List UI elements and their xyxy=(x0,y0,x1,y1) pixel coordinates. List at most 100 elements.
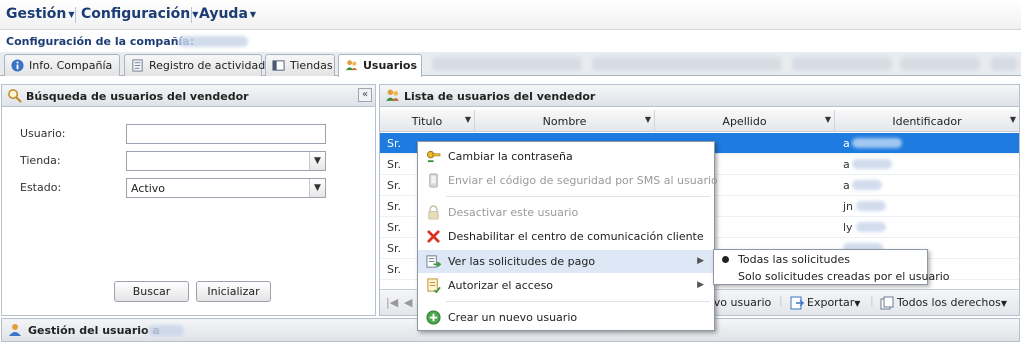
menu-gestion-label: Gestión xyxy=(6,6,67,22)
redacted-value xyxy=(856,222,886,232)
tab-label: Usuarios xyxy=(363,59,418,72)
menu-ayuda[interactable]: Ayuda ▼ xyxy=(199,6,256,22)
column-label: Nombre xyxy=(542,115,587,128)
export-button[interactable]: Exportar▼ xyxy=(807,296,860,309)
all-rights-button[interactable]: Todos los derechos▼ xyxy=(897,296,1007,309)
cell-title: Sr. xyxy=(387,158,401,171)
prev-page-icon[interactable]: ◀ xyxy=(404,296,412,309)
export-icon[interactable] xyxy=(790,296,804,310)
chevron-down-icon: ▼ xyxy=(1000,299,1007,308)
phone-icon xyxy=(429,173,438,188)
cell-title: Sr. xyxy=(387,200,401,213)
payment-icon xyxy=(426,255,441,268)
new-user-button[interactable]: evo usuario xyxy=(707,296,771,309)
menu-item-change-password[interactable]: Cambiar la contraseña xyxy=(418,145,714,168)
menu-item-payment-requests[interactable]: Ver las solicitudes de pago ▶ xyxy=(418,250,714,273)
chevron-right-icon: ▶ xyxy=(697,256,704,266)
toolbar-divider: | xyxy=(870,294,874,307)
menu-item-disable-communication[interactable]: Deshabilitar el centro de comunicación c… xyxy=(418,225,714,248)
cell-title: Sr. xyxy=(387,221,401,234)
rights-icon[interactable] xyxy=(880,296,894,310)
menu-gestion[interactable]: Gestión ▼ xyxy=(6,6,75,22)
cell-id: jn xyxy=(843,200,854,213)
store-label: Tienda: xyxy=(20,154,61,167)
authorize-icon xyxy=(427,278,441,293)
collapse-button[interactable]: « xyxy=(358,88,372,102)
user-label: Usuario: xyxy=(20,127,66,140)
menu-divider xyxy=(191,7,192,23)
menu-divider xyxy=(75,7,76,23)
redacted-value xyxy=(852,180,882,190)
submenu-user-requests[interactable]: Solo solicitudes creadas por el usuario xyxy=(714,268,950,284)
column-apellido[interactable]: Apellido ▼ xyxy=(655,110,835,132)
search-panel-title: Búsqueda de usuarios del vendedor xyxy=(26,90,249,103)
search-icon xyxy=(8,89,22,103)
toolbar-redacted xyxy=(900,57,980,71)
user-list-header: Lista de usuarios del vendedor xyxy=(380,85,1019,107)
tab-registro-actividad[interactable]: Registro de actividad xyxy=(124,54,266,76)
search-panel: Búsqueda de usuarios del vendedor « Usua… xyxy=(1,84,376,316)
column-titulo[interactable]: Titulo ▼ xyxy=(380,110,475,132)
add-icon xyxy=(426,310,441,325)
cell-title: Sr. xyxy=(387,179,401,192)
reset-button[interactable]: Inicializar xyxy=(196,281,271,302)
menu-item-label: Crear un nuevo usuario xyxy=(448,311,578,324)
cell-title: Sr. xyxy=(387,242,401,255)
menu-configuracion-label: Configuración xyxy=(81,6,191,22)
menu-configuracion[interactable]: Configuración ▼ xyxy=(81,6,198,22)
first-page-icon[interactable]: |◀ xyxy=(386,296,398,309)
column-identificador[interactable]: Identificador ▼ xyxy=(835,110,1019,132)
cell-title: Sr. xyxy=(387,137,401,150)
chevron-down-icon[interactable]: ▼ xyxy=(465,115,471,124)
state-select[interactable]: Activo ▼ xyxy=(126,178,326,198)
column-nombre[interactable]: Nombre ▼ xyxy=(475,110,655,132)
key-icon xyxy=(426,150,441,163)
cell-id: a xyxy=(843,158,850,171)
lock-icon xyxy=(428,205,439,220)
cell-id: a xyxy=(843,179,850,192)
menu-item-deactivate-user[interactable]: Desactivar este usuario xyxy=(418,201,714,224)
user-management-title: Gestión del usuario a xyxy=(28,324,160,337)
user-list-title: Lista de usuarios del vendedor xyxy=(404,90,596,103)
search-button[interactable]: Buscar xyxy=(114,281,189,302)
payment-requests-submenu: Todas las solicitudes Solo solicitudes c… xyxy=(713,249,950,285)
tab-tiendas[interactable]: Tiendas xyxy=(265,54,335,76)
toolbar-divider: | xyxy=(779,294,783,307)
column-label: Identificador xyxy=(892,115,962,128)
user-input[interactable] xyxy=(126,124,326,144)
redacted-value xyxy=(852,138,902,148)
chevron-down-icon: ▼ xyxy=(249,9,257,19)
menu-item-send-sms[interactable]: Enviar el código de seguridad por SMS al… xyxy=(418,169,718,192)
chevron-down-icon[interactable]: ▼ xyxy=(825,115,831,124)
chevron-down-icon[interactable]: ▼ xyxy=(645,115,651,124)
close-icon xyxy=(427,230,440,243)
tab-label: Registro de actividad xyxy=(149,59,266,72)
menu-item-label: Enviar el código de seguridad por SMS al… xyxy=(448,174,718,187)
menu-item-label: Deshabilitar el centro de comunicación c… xyxy=(448,230,704,243)
context-menu: Cambiar la contraseña Enviar el código d… xyxy=(417,141,718,331)
menu-ayuda-label: Ayuda xyxy=(199,6,248,22)
chevron-down-icon[interactable]: ▼ xyxy=(309,152,325,170)
toolbar-redacted xyxy=(592,57,782,71)
redacted-value xyxy=(856,201,886,211)
chevron-down-icon: ▼ xyxy=(68,9,75,19)
menu-item-authorize-access[interactable]: Autorizar el acceso ▶ xyxy=(418,274,714,297)
redacted-value xyxy=(852,159,892,169)
company-name-redacted xyxy=(178,36,248,47)
cell-id: ly xyxy=(843,221,853,234)
submenu-all-requests[interactable]: Todas las solicitudes xyxy=(714,251,927,267)
menu-item-label: Autorizar el acceso xyxy=(448,279,554,292)
all-rights-label: Todos los derechos xyxy=(897,296,1001,309)
tab-info-compania[interactable]: Info. Compañía xyxy=(4,54,120,76)
menu-item-create-user[interactable]: Crear un nuevo usuario xyxy=(418,306,714,329)
log-icon xyxy=(132,59,143,72)
chevron-down-icon[interactable]: ▼ xyxy=(309,179,325,197)
tab-strip: Info. Compañía Registro de actividad Tie… xyxy=(0,52,1021,77)
submenu-item-label: Solo solicitudes creadas por el usuario xyxy=(738,270,950,283)
tab-usuarios[interactable]: Usuarios xyxy=(338,54,422,77)
users-icon xyxy=(386,89,399,101)
chevron-down-icon[interactable]: ▼ xyxy=(1010,115,1016,124)
store-select[interactable]: ▼ xyxy=(126,151,326,171)
cell-title: Sr. xyxy=(387,263,401,276)
toolbar-redacted xyxy=(792,57,892,71)
